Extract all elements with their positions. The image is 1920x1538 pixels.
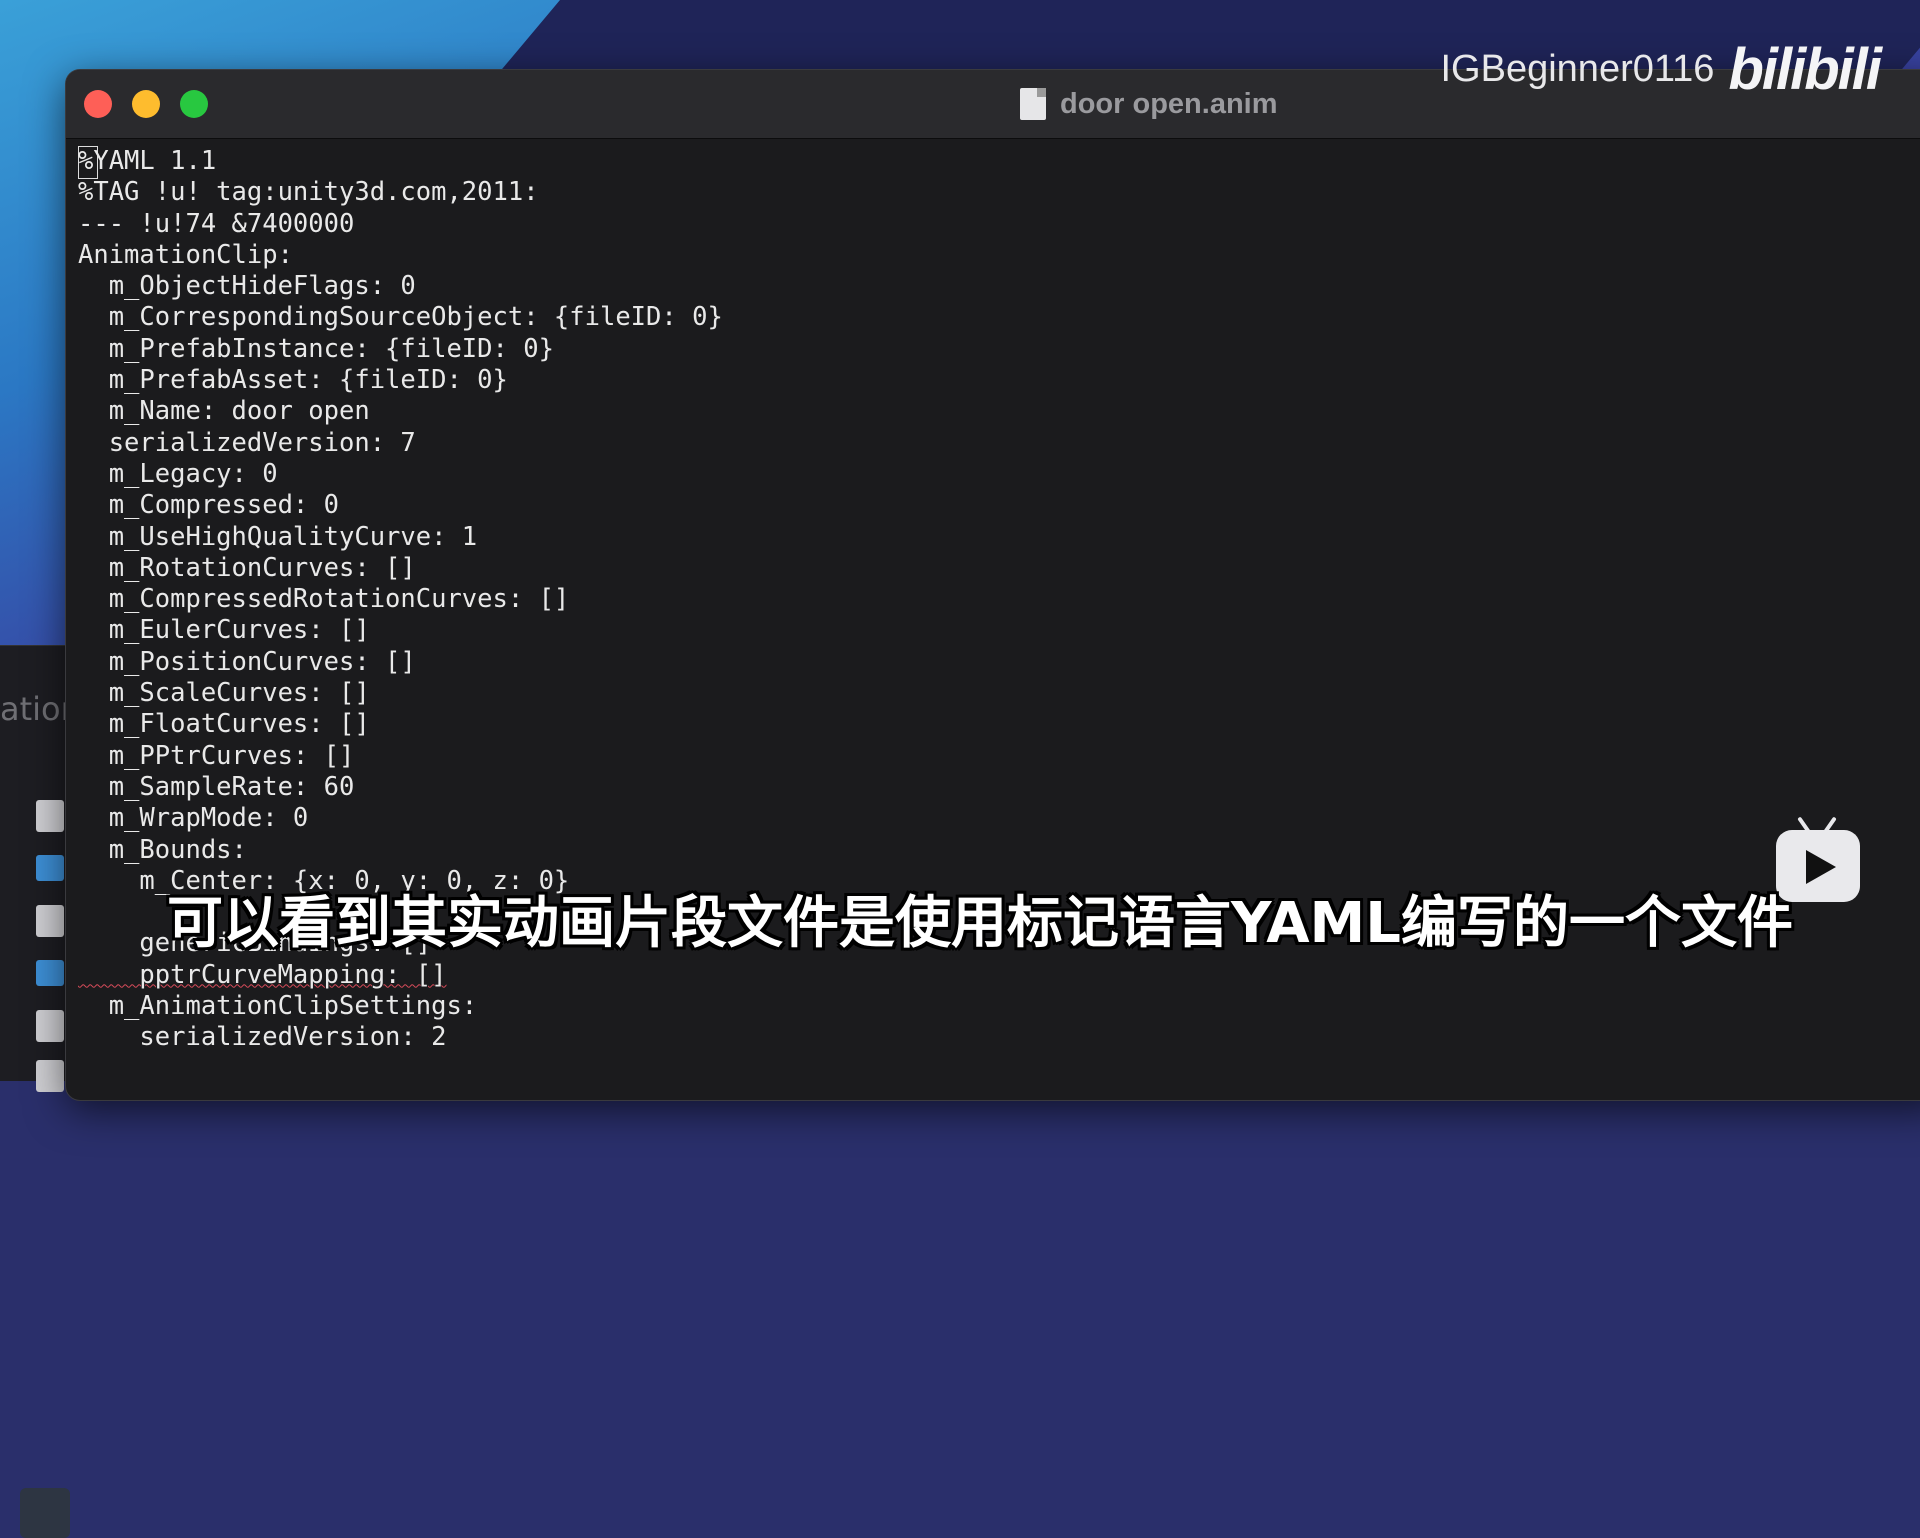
bilibili-logo: bilibili: [1728, 37, 1882, 102]
file-icon[interactable]: [36, 800, 64, 832]
window-title-text: door open.anim: [1060, 87, 1278, 120]
terminal-line: m_PrefabInstance: {fileID: 0}: [78, 333, 554, 364]
file-icon[interactable]: [36, 1010, 64, 1042]
terminal-line: m_Compressed: 0: [78, 490, 339, 521]
terminal-line: m_UseHighQualityCurve: 1: [78, 521, 478, 552]
terminal-line: m_CompressedRotationCurves: []: [78, 584, 570, 615]
terminal-line: AnimationClip:: [78, 239, 293, 270]
terminal-line: m_WrapMode: 0: [78, 803, 309, 834]
terminal-line: m_EulerCurves: []: [78, 615, 370, 646]
video-subtitle: 可以看到其实动画片段文件是使用标记语言YAML编写的一个文件: [167, 891, 1793, 956]
terminal-line: m_CorrespondingSourceObject: {fileID: 0}: [78, 302, 723, 333]
terminal-line: m_SampleRate: 60: [78, 771, 355, 802]
terminal-line: m_PositionCurves: []: [78, 646, 416, 677]
terminal-line: m_Name: door open: [78, 396, 370, 427]
terminal-line: m_FloatCurves: []: [78, 709, 370, 740]
terminal-line: m_PPtrCurves: []: [78, 740, 355, 771]
terminal-line: serializedVersion: 2: [78, 1022, 447, 1053]
terminal-line: --- !u!74 &7400000: [78, 208, 355, 239]
window-title: door open.anim: [1020, 86, 1278, 122]
folder-icon[interactable]: [36, 960, 64, 986]
file-icon[interactable]: [36, 1060, 64, 1092]
minimize-button[interactable]: [132, 90, 160, 118]
terminal-line: serializedVersion: 7: [78, 427, 416, 458]
uploader-name: IGBeginner0116: [1440, 48, 1715, 90]
sidebar-selection: [20, 1488, 70, 1538]
terminal-line: m_ObjectHideFlags: 0: [78, 271, 416, 302]
background-window-label: atior: [0, 690, 74, 728]
maximize-button[interactable]: [180, 90, 208, 118]
terminal-line: m_RotationCurves: []: [78, 552, 416, 583]
terminal-line: pptrCurveMapping: []: [78, 959, 447, 990]
terminal-line: m_AnimationClipSettings:: [78, 991, 478, 1022]
document-icon: [1020, 88, 1046, 120]
video-watermark: IGBeginner0116 bilibili: [1440, 36, 1882, 103]
terminal-line: m_PrefabAsset: {fileID: 0}: [78, 365, 508, 396]
terminal-line: %YAML 1.1: [78, 146, 217, 176]
terminal-line: m_ScaleCurves: []: [78, 678, 370, 709]
terminal-line: %TAG !u! tag:unity3d.com,2011:: [78, 177, 539, 208]
close-button[interactable]: [84, 90, 112, 118]
terminal-line: m_Bounds:: [78, 834, 247, 865]
terminal-line: m_Legacy: 0: [78, 458, 278, 489]
